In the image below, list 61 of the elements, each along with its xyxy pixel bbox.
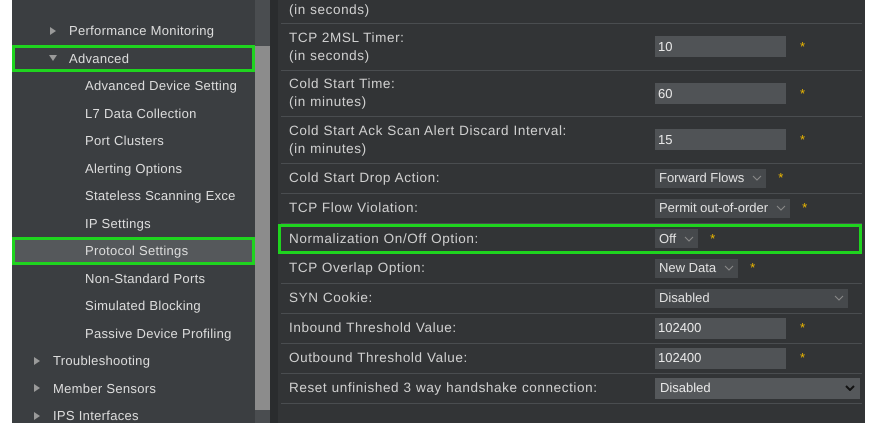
field-unit-label: (in minutes) xyxy=(289,93,367,112)
tree-item[interactable]: IPS Interfaces xyxy=(12,402,255,423)
expanded-triangle-icon[interactable] xyxy=(49,54,57,62)
collapsed-triangle-icon[interactable] xyxy=(49,26,57,35)
tree-item[interactable]: Stateless Scanning Exce xyxy=(12,182,255,210)
chevron-down-icon xyxy=(845,385,855,391)
dropdown[interactable]: New Data xyxy=(655,258,738,278)
tree-item[interactable]: Alerting Options xyxy=(12,154,255,182)
required-asterisk: * xyxy=(778,169,784,188)
field-label: TCP 2MSL Timer: xyxy=(289,28,405,47)
field-label: Outbound Threshold Value: xyxy=(289,349,468,367)
field-label: Inbound Threshold Value: xyxy=(289,319,457,337)
field-unit-label: (in seconds) xyxy=(289,46,370,65)
field-label: Normalization On/Off Option: xyxy=(289,230,479,248)
field-label: SYN Cookie: xyxy=(289,289,373,307)
field-label: (in seconds) xyxy=(289,1,370,19)
tree-item[interactable]: Performance Monitoring xyxy=(12,17,255,44)
tree-item[interactable]: Advanced xyxy=(12,44,255,72)
chevron-down-icon xyxy=(776,205,786,211)
required-asterisk: * xyxy=(750,259,756,278)
dropdown[interactable]: Permit out-of-order xyxy=(655,198,790,218)
tree-item[interactable]: L7 Data Collection xyxy=(12,100,255,127)
field-label: Cold Start Drop Action: xyxy=(289,169,440,187)
tree-item[interactable]: Troubleshooting xyxy=(12,347,255,374)
tree-item[interactable]: Member Sensors xyxy=(12,374,255,402)
dropdown[interactable]: Disabled xyxy=(655,288,848,308)
chevron-down-icon xyxy=(834,295,844,301)
required-asterisk: * xyxy=(800,131,806,149)
chevron-down-icon xyxy=(684,236,694,242)
tree-item[interactable]: Non-Standard Ports xyxy=(12,264,255,292)
required-asterisk: * xyxy=(802,199,808,218)
input-field[interactable]: 102400 xyxy=(655,348,786,368)
input-field[interactable]: 102400 xyxy=(655,318,786,338)
field-label: TCP Flow Violation: xyxy=(289,199,418,217)
required-asterisk: * xyxy=(800,349,806,368)
dropdown[interactable]: Off xyxy=(655,229,698,248)
chevron-down-icon xyxy=(724,265,734,271)
field-label: Reset unfinished 3 way handshake connection: xyxy=(289,379,598,397)
field-label: Cold Start Ack Scan Alert Discard Interval: xyxy=(289,122,567,140)
input-field[interactable]: 15 xyxy=(655,129,786,150)
tree-item[interactable]: IP Settings xyxy=(12,210,255,237)
field-label: TCP Overlap Option: xyxy=(289,259,426,277)
dropdown[interactable]: Forward Flows xyxy=(655,168,766,188)
required-asterisk: * xyxy=(710,230,716,248)
tree-item[interactable]: Simulated Blocking xyxy=(12,292,255,320)
tree-item[interactable]: Port Clusters xyxy=(12,127,255,154)
required-asterisk: * xyxy=(800,319,806,338)
collapsed-triangle-icon[interactable] xyxy=(33,384,41,392)
input-field[interactable]: 60 xyxy=(655,82,786,104)
field-unit-label: (in minutes) xyxy=(289,140,367,158)
input-field[interactable]: 10 xyxy=(655,36,786,58)
field-label: Cold Start Time: xyxy=(289,75,396,94)
dropdown[interactable]: Disabled xyxy=(655,378,860,398)
collapsed-triangle-icon[interactable] xyxy=(33,356,41,365)
chevron-down-icon xyxy=(752,175,762,181)
required-asterisk: * xyxy=(800,38,806,56)
required-asterisk: * xyxy=(800,84,806,102)
tree-item[interactable]: Passive Device Profiling xyxy=(12,320,255,347)
tree-item[interactable]: Protocol Settings xyxy=(12,237,255,264)
tree-item[interactable]: Advanced Device Setting xyxy=(12,72,255,100)
collapsed-triangle-icon[interactable] xyxy=(33,412,41,420)
